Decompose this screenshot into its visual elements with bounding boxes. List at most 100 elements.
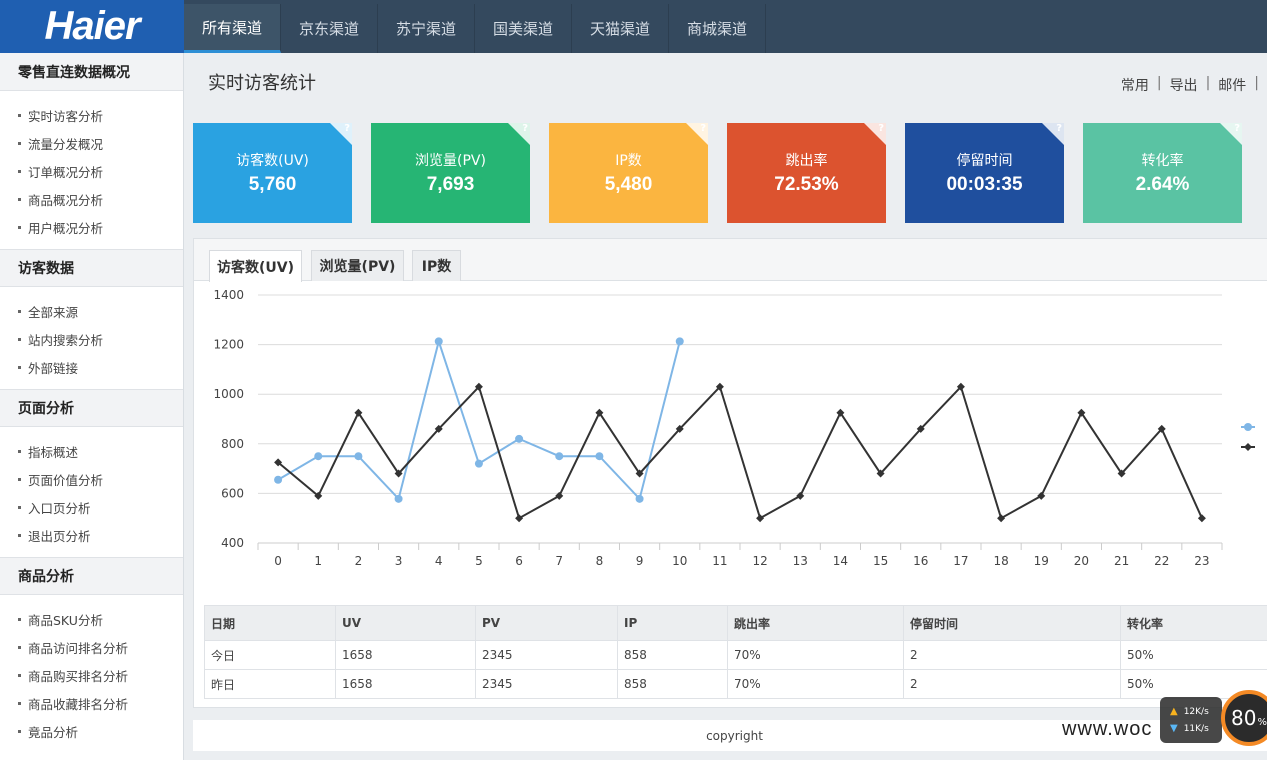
help-icon[interactable]: ?	[522, 123, 528, 134]
sidebar-list: 商品SKU分析 商品访问排名分析 商品购买排名分析 商品收藏排名分析 竟品分析	[0, 595, 183, 753]
sidebar-item-metrics-overview[interactable]: 指标概述	[18, 437, 183, 465]
bullet-icon	[18, 729, 21, 733]
bullet-icon	[18, 533, 21, 537]
nav-tab-all-channels[interactable]: 所有渠道	[184, 4, 281, 53]
table-cell: 2	[903, 640, 1121, 670]
mail-link[interactable]: 邮件	[1218, 75, 1246, 95]
sidebar-item-competitor-analysis[interactable]: 竟品分析	[18, 717, 183, 745]
x-tick-label: 9	[636, 554, 644, 568]
nav-tab-mall[interactable]: 商城渠道	[669, 4, 766, 53]
metric-card-pv[interactable]: ? 浏览量(PV) 7,693	[371, 123, 530, 223]
logo-text: Haier	[44, 4, 140, 48]
sidebar-item-label: 商品访问排名分析	[28, 640, 129, 656]
sidebar-item-user-overview[interactable]: 用户概况分析	[18, 213, 183, 241]
data-point	[1197, 514, 1206, 523]
sidebar-item-label: 外部链接	[28, 360, 79, 376]
main-content: 实时访客统计 常用 | 导出 | 邮件 | ? 访客数(UV) 5,760 ? …	[184, 53, 1267, 760]
x-tick-label: 20	[1074, 554, 1089, 568]
x-tick-label: 7	[555, 554, 563, 568]
bullet-icon	[18, 617, 21, 621]
column-header-pv: PV	[475, 605, 618, 641]
nav-tab-tmall[interactable]: 天猫渠道	[572, 4, 669, 53]
sidebar-item-page-value[interactable]: 页面价值分析	[18, 465, 183, 493]
sidebar-item-realtime-visitors[interactable]: 实时访客分析	[18, 101, 183, 129]
data-point	[274, 475, 283, 484]
help-icon[interactable]: ?	[1056, 123, 1062, 134]
data-point	[635, 494, 644, 503]
sidebar-item-label: 站内搜索分析	[28, 332, 104, 348]
bullet-icon	[18, 113, 21, 117]
bullet-icon	[18, 225, 21, 229]
x-tick-label: 22	[1154, 554, 1169, 568]
metric-card-conversion-rate[interactable]: ? 转化率 2.64%	[1083, 123, 1242, 223]
nav-tab-suning[interactable]: 苏宁渠道	[378, 4, 475, 53]
line-chart: 4006008001000120014000 1 2 3 4 5 6 7 8 9 10 11 12 13 1…	[213, 288, 1255, 568]
watermark: www.woc	[1062, 718, 1153, 740]
sidebar-item-entry-pages[interactable]: 入口页分析	[18, 493, 183, 521]
metric-label: 跳出率	[785, 153, 828, 169]
table-cell: 70%	[727, 669, 904, 699]
sidebar-item-sku-analysis[interactable]: 商品SKU分析	[18, 605, 183, 633]
legend-marker	[1244, 443, 1252, 451]
table-cell: 50%	[1120, 640, 1267, 670]
sidebar-item-site-search[interactable]: 站内搜索分析	[18, 325, 183, 353]
brand-logo[interactable]: Haier	[0, 0, 184, 53]
x-tick-label: 10	[672, 554, 687, 568]
upload-speed: 12K/s	[1183, 706, 1209, 717]
gauge-unit: %	[1257, 716, 1267, 728]
data-point	[515, 514, 524, 523]
page-title: 实时访客统计	[208, 73, 316, 94]
help-icon[interactable]: ?	[700, 123, 706, 134]
sidebar-item-exit-pages[interactable]: 退出页分析	[18, 521, 183, 549]
export-link[interactable]: 导出	[1170, 75, 1198, 95]
sidebar-item-external-links[interactable]: 外部链接	[18, 353, 183, 381]
sidebar-group-title[interactable]: 商品分析	[0, 557, 183, 595]
table-cell: 2	[903, 669, 1121, 699]
tab-ip[interactable]: IP数	[412, 250, 461, 281]
metric-card-ip[interactable]: ? IP数 5,480	[549, 123, 708, 223]
sidebar-item-label: 竟品分析	[28, 724, 79, 740]
x-tick-label: 18	[993, 554, 1008, 568]
top-bar: Haier 所有渠道 京东渠道 苏宁渠道 国美渠道 天猫渠道 商城渠道	[0, 0, 1267, 53]
help-icon[interactable]: ?	[878, 123, 884, 134]
sidebar-item-favorite-ranking[interactable]: 商品收藏排名分析	[18, 689, 183, 717]
x-tick-label: 0	[274, 554, 282, 568]
x-tick-label: 21	[1114, 554, 1129, 568]
metric-card-stay-time[interactable]: ? 停留时间 00:03:35	[905, 123, 1064, 223]
sidebar-item-visit-ranking[interactable]: 商品访问排名分析	[18, 633, 183, 661]
chart-tabs: 访客数(UV) 浏览量(PV) IP数	[194, 239, 1267, 282]
sidebar-item-label: 商品购买排名分析	[28, 668, 129, 684]
tab-pv[interactable]: 浏览量(PV)	[311, 250, 404, 281]
data-point	[595, 452, 604, 461]
metric-label: 停留时间	[956, 153, 1013, 169]
nav-tab-jd[interactable]: 京东渠道	[281, 4, 378, 53]
sidebar-item-traffic-overview[interactable]: 流量分发概况	[18, 129, 183, 157]
tab-uv[interactable]: 访客数(UV)	[209, 250, 302, 282]
sidebar-item-product-overview[interactable]: 商品概况分析	[18, 185, 183, 213]
sidebar-group-title[interactable]: 页面分析	[0, 389, 183, 427]
table-cell: 70%	[727, 640, 904, 670]
network-speed-widget[interactable]: ▲ 12K/s ▼ 11K/s	[1160, 697, 1222, 743]
y-tick-label: 400	[221, 536, 244, 550]
sidebar-item-all-sources[interactable]: 全部来源	[18, 297, 183, 325]
bullet-icon	[18, 701, 21, 705]
sidebar-item-label: 订单概况分析	[28, 164, 104, 180]
metric-label: 访客数(UV)	[236, 153, 309, 169]
data-table: 日期 UV PV IP 跳出率 停留时间 转化率 今日 1658 2345 85…	[204, 605, 1267, 699]
nav-tab-gome[interactable]: 国美渠道	[475, 4, 572, 53]
sidebar: 零售直连数据概况 实时访客分析 流量分发概况 订单概况分析 商品概况分析 用户概…	[0, 53, 184, 760]
help-icon[interactable]: ?	[344, 123, 350, 134]
sidebar-group-title[interactable]: 零售直连数据概况	[0, 53, 183, 91]
column-header-conversion-rate: 转化率	[1120, 605, 1267, 641]
metric-card-bounce-rate[interactable]: ? 跳出率 72.53%	[727, 123, 886, 223]
sidebar-item-purchase-ranking[interactable]: 商品购买排名分析	[18, 661, 183, 689]
gauge-value: 80	[1231, 706, 1257, 730]
common-link[interactable]: 常用	[1121, 75, 1149, 95]
divider: |	[1205, 75, 1211, 91]
x-tick-label: 23	[1194, 554, 1209, 568]
sidebar-item-order-overview[interactable]: 订单概况分析	[18, 157, 183, 185]
data-point	[474, 459, 483, 468]
metric-card-uv[interactable]: ? 访客数(UV) 5,760	[193, 123, 352, 223]
help-icon[interactable]: ?	[1234, 123, 1240, 134]
sidebar-group-title[interactable]: 访客数据	[0, 249, 183, 287]
